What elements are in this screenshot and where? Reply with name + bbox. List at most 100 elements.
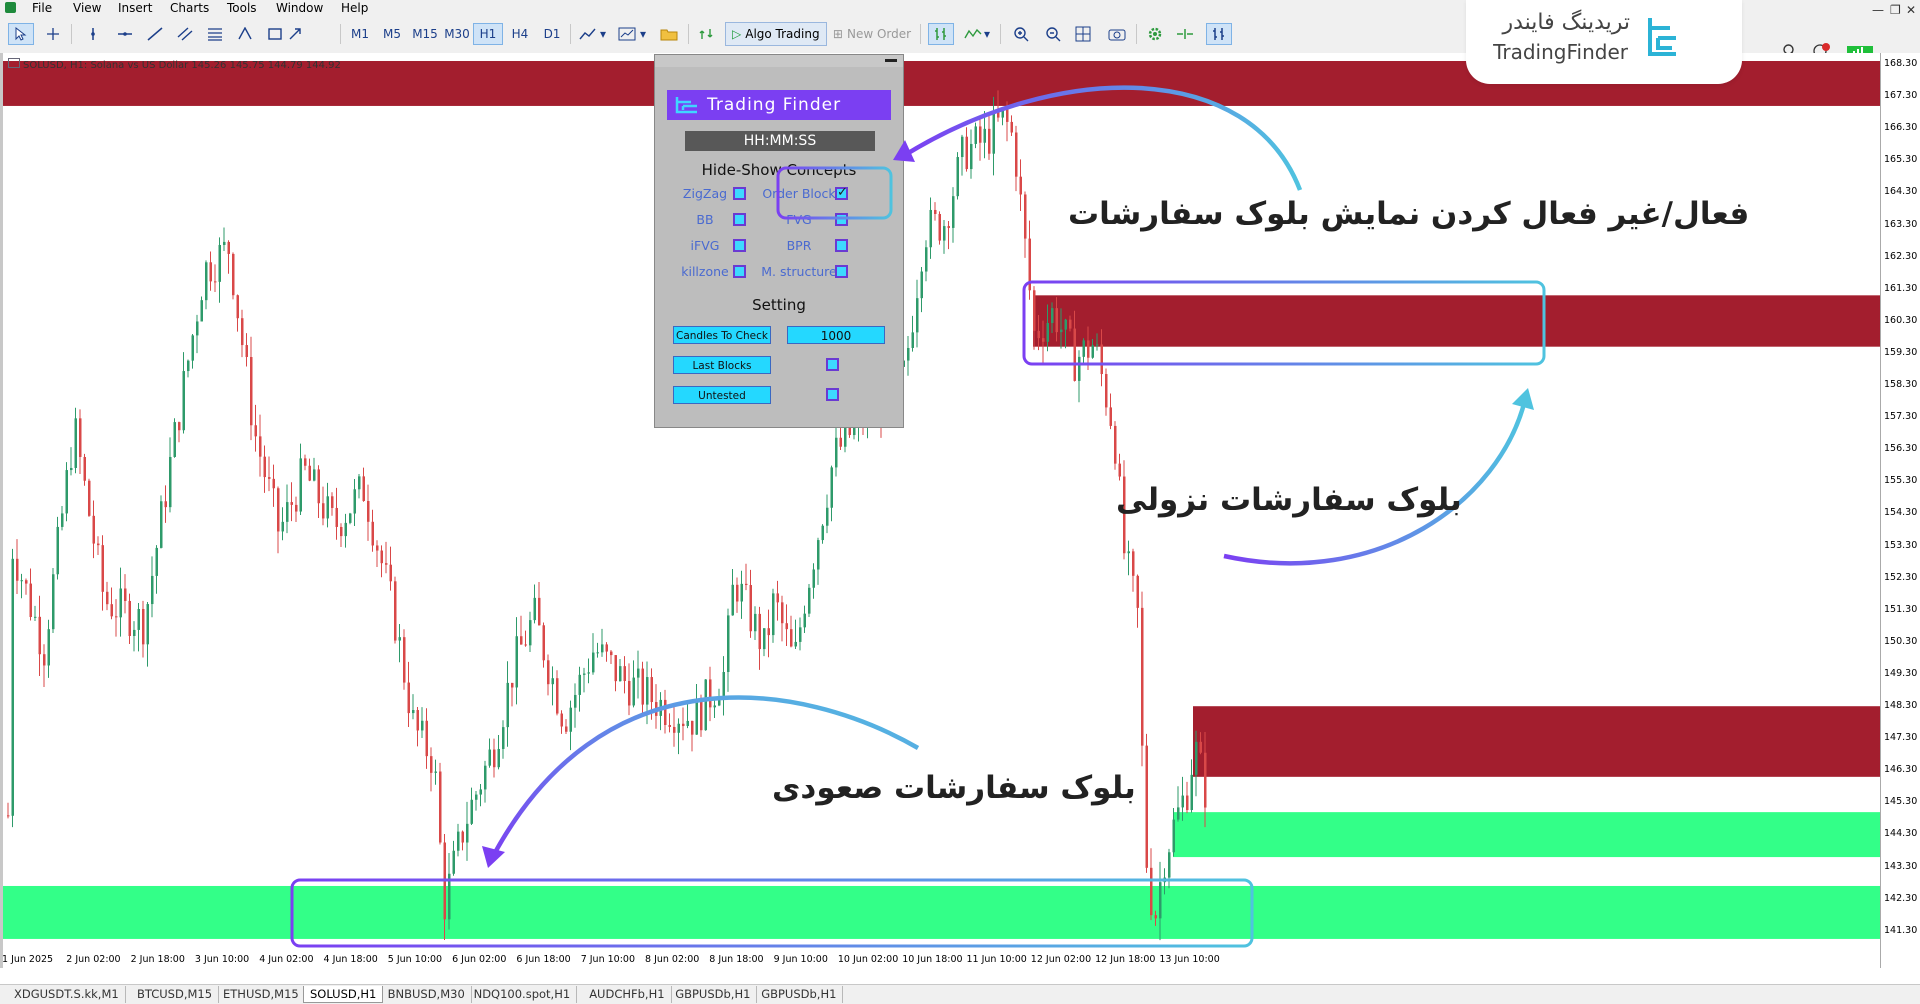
candle-body bbox=[547, 660, 550, 685]
crosshair-icon[interactable] bbox=[40, 23, 66, 45]
candle-body bbox=[830, 467, 833, 508]
candle-body bbox=[983, 128, 986, 143]
checkbox-last-blocks[interactable] bbox=[826, 358, 839, 371]
supply-zone-low bbox=[1193, 706, 1880, 777]
folder-icon[interactable] bbox=[656, 23, 682, 45]
price-axis[interactable]: 168.30 167.30 166.30 165.30 164.30 163.30 162.… bbox=[1880, 53, 1920, 968]
menu-view[interactable]: View bbox=[73, 1, 101, 15]
chart-tab[interactable]: XDGUSDT.S.kk,M1 bbox=[8, 986, 126, 1003]
time-label: 11 Jun 10:00 bbox=[966, 954, 1027, 965]
checkbox-killzone[interactable] bbox=[733, 265, 746, 278]
tile-windows-icon[interactable] bbox=[1070, 23, 1096, 45]
candle-body bbox=[151, 575, 154, 605]
candle-body bbox=[1024, 194, 1027, 239]
panel-titlebar[interactable] bbox=[655, 55, 903, 67]
checkbox-order-block[interactable] bbox=[835, 185, 848, 200]
timeframe-d1[interactable]: D1 bbox=[537, 23, 567, 45]
checkbox-untested[interactable] bbox=[826, 388, 839, 401]
chevron-down-icon[interactable]: ▾ bbox=[638, 23, 648, 45]
timeframe-m15[interactable]: M15 bbox=[407, 23, 443, 45]
chart-tab[interactable]: BTCUSD,M15 bbox=[131, 986, 220, 1003]
screenshot-icon[interactable] bbox=[1104, 23, 1130, 45]
vertical-line-icon[interactable] bbox=[80, 23, 106, 45]
candle-body bbox=[457, 831, 460, 851]
menu-tools[interactable]: Tools bbox=[227, 1, 257, 15]
checkbox-ifvg[interactable] bbox=[733, 239, 746, 252]
new-order-button[interactable]: ⊞ New Order bbox=[830, 23, 914, 45]
candle-body bbox=[533, 597, 536, 621]
candle-body bbox=[677, 723, 680, 733]
fibonacci-icon[interactable] bbox=[202, 23, 228, 45]
chart-canvas[interactable] bbox=[0, 53, 1880, 968]
candles-to-check-input[interactable]: 1000 bbox=[787, 326, 885, 344]
checkbox-fvg[interactable] bbox=[835, 213, 848, 226]
market-watch-icon[interactable] bbox=[694, 23, 720, 45]
candle-body bbox=[524, 644, 527, 646]
candle-body bbox=[646, 677, 649, 705]
close-icon[interactable]: ✕ bbox=[1906, 3, 1916, 17]
zoom-out-icon[interactable] bbox=[1040, 23, 1066, 45]
minimize-icon[interactable]: — bbox=[1872, 3, 1884, 17]
candle-body bbox=[785, 623, 788, 630]
text-tool-icon[interactable] bbox=[232, 23, 258, 45]
menu-charts[interactable]: Charts bbox=[170, 1, 209, 15]
chart-info-label: SOLUSD, H1: Solana vs US Dollar 145.26 1… bbox=[8, 58, 341, 71]
candle-body bbox=[565, 726, 568, 732]
chart-tab[interactable]: NDQ100.spot,H1 bbox=[468, 986, 578, 1003]
time-axis[interactable]: 1 Jun 2025 2 Jun 02:00 2 Jun 18:00 3 Jun 10… bbox=[0, 953, 1880, 968]
menu-insert[interactable]: Insert bbox=[118, 1, 152, 15]
app-logo-icon bbox=[5, 2, 16, 13]
cursor-tool-icon[interactable] bbox=[8, 23, 34, 45]
auto-scroll-icon[interactable] bbox=[1172, 23, 1198, 45]
checkbox-zigzag[interactable] bbox=[733, 187, 746, 200]
chart-shift-icon[interactable] bbox=[1206, 23, 1232, 45]
price-label: 167.30 bbox=[1884, 90, 1918, 102]
timeframe-m1[interactable]: M1 bbox=[345, 23, 375, 45]
checkbox-market-structure[interactable] bbox=[835, 265, 848, 278]
chart-tab[interactable]: GBPUSDb,H1 bbox=[669, 986, 758, 1003]
chart-tab[interactable]: SOLUSD,H1 bbox=[303, 986, 384, 1003]
candle-body bbox=[731, 584, 734, 616]
candle-body bbox=[484, 765, 487, 790]
candle-body bbox=[1082, 340, 1085, 357]
horizontal-line-icon[interactable] bbox=[112, 23, 138, 45]
zoom-in-icon[interactable] bbox=[1008, 23, 1034, 45]
templates-icon[interactable] bbox=[614, 23, 640, 45]
price-label: 153.30 bbox=[1884, 539, 1918, 551]
menu-file[interactable]: File bbox=[32, 1, 52, 15]
candle-body bbox=[502, 727, 505, 749]
candle-body bbox=[403, 637, 406, 683]
timeframe-h1[interactable]: H1 bbox=[473, 23, 503, 45]
menu-window[interactable]: Window bbox=[276, 1, 323, 15]
price-label: 163.30 bbox=[1884, 218, 1918, 230]
algo-trading-button[interactable]: ▷ Algo Trading bbox=[725, 22, 827, 46]
arrow-tool-icon[interactable] bbox=[282, 23, 308, 45]
candle-body bbox=[1091, 345, 1094, 358]
checkbox-bb[interactable] bbox=[733, 213, 746, 226]
candle-body bbox=[956, 157, 959, 197]
restore-icon[interactable]: ❐ bbox=[1890, 3, 1901, 17]
candle-body bbox=[43, 654, 46, 666]
timeframe-m30[interactable]: M30 bbox=[439, 23, 475, 45]
chevron-down-icon[interactable]: ▾ bbox=[598, 23, 608, 45]
candle-body bbox=[155, 547, 158, 576]
chart-tab[interactable]: ETHUSD,M15 bbox=[217, 986, 306, 1003]
candle-body bbox=[970, 143, 973, 170]
candle-body bbox=[556, 678, 559, 714]
channel-icon[interactable] bbox=[172, 23, 198, 45]
chart-tab[interactable]: AUDCHFb,H1 bbox=[583, 986, 672, 1003]
timeframe-m5[interactable]: M5 bbox=[377, 23, 407, 45]
chart-tab[interactable]: GBPUSDb,H1 bbox=[755, 986, 844, 1003]
timeframe-h4[interactable]: H4 bbox=[505, 23, 535, 45]
settings-gear-icon[interactable] bbox=[1142, 23, 1168, 45]
chevron-down-icon[interactable]: ▾ bbox=[982, 23, 992, 45]
candle-body bbox=[398, 637, 401, 641]
trendline-icon[interactable] bbox=[142, 23, 168, 45]
price-label: 154.30 bbox=[1884, 507, 1918, 519]
checkbox-bpr[interactable] bbox=[835, 239, 848, 252]
candle-body bbox=[1051, 308, 1054, 324]
panel-minimize-icon[interactable] bbox=[885, 59, 897, 62]
menu-help[interactable]: Help bbox=[341, 1, 368, 15]
chart-tab[interactable]: BNBUSD,M30 bbox=[382, 986, 472, 1003]
bar-chart-icon[interactable] bbox=[928, 23, 954, 45]
